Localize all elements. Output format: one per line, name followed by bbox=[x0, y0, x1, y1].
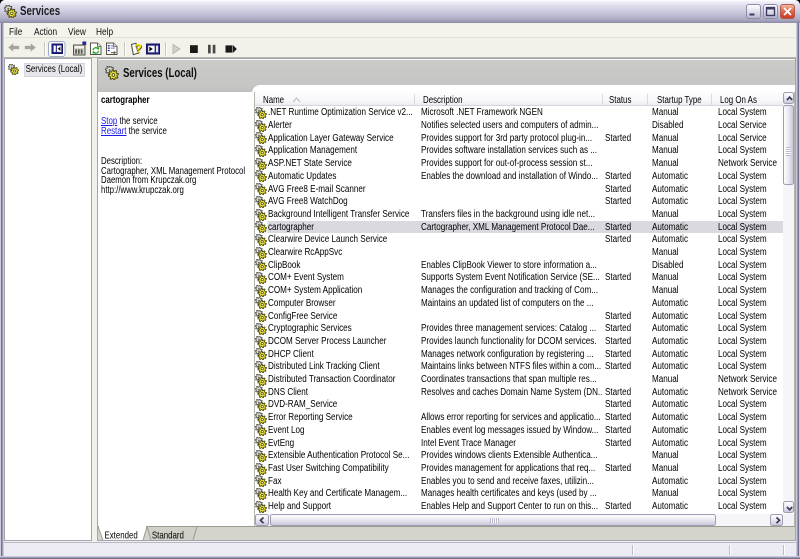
svg-text:Extended: Extended bbox=[104, 529, 137, 540]
svg-text:?: ? bbox=[134, 41, 142, 56]
svg-text:Standard: Standard bbox=[152, 529, 184, 540]
